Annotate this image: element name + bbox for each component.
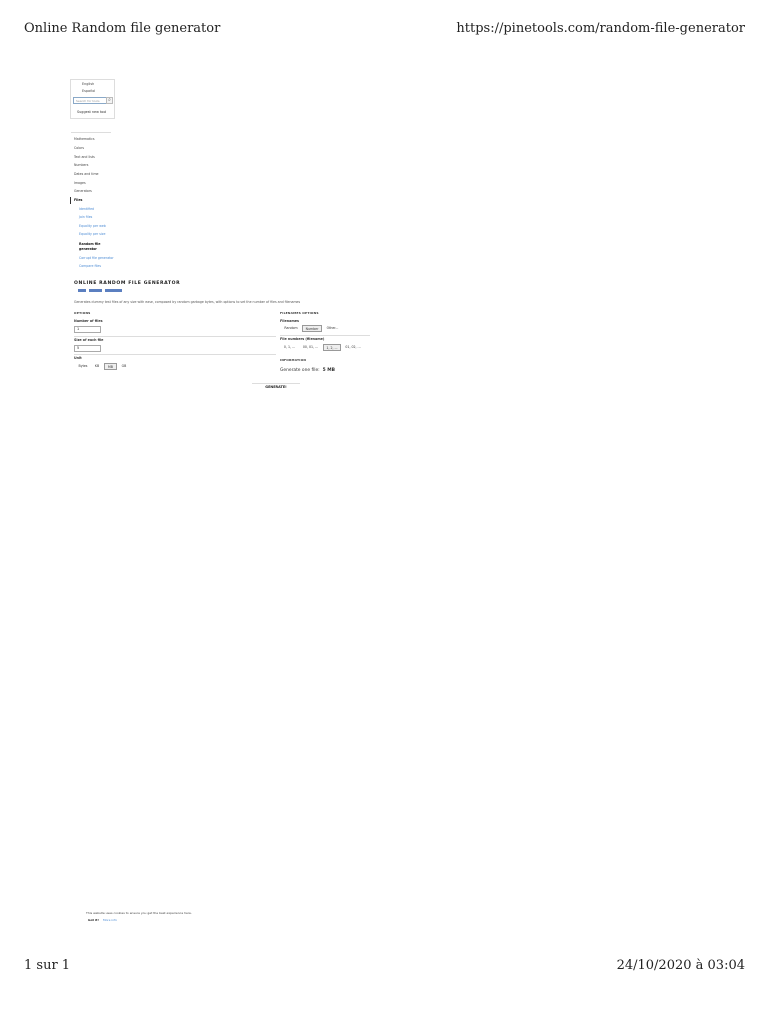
share-link-button[interactable]: [105, 289, 122, 292]
sidebar-subitem-equality-per-web[interactable]: Equality per web: [79, 224, 106, 228]
page-title: ONLINE RANDOM FILE GENERATOR: [74, 281, 181, 286]
unit-gb-option[interactable]: GB: [118, 363, 130, 370]
number-of-files-input[interactable]: 1: [74, 326, 101, 333]
unit-mb-option[interactable]: MB: [104, 363, 117, 370]
suggest-tool-link[interactable]: Suggest new tool: [77, 110, 106, 114]
unit-label: Unit: [74, 356, 82, 360]
language-english[interactable]: English: [82, 82, 94, 86]
sidebar-subitem-identified[interactable]: Identified: [79, 207, 94, 211]
print-footer-page: 1 sur 1: [24, 958, 71, 973]
number-of-files-label: Number of files: [74, 319, 103, 323]
options-divider: [74, 336, 276, 337]
generate-button[interactable]: GENERATE!: [252, 383, 300, 391]
format-00-01-option[interactable]: 00, 01, ...: [300, 344, 321, 351]
sidebar-item-text-and-lists[interactable]: Text and lists: [74, 155, 95, 159]
sidebar-item-files[interactable]: Files: [74, 198, 82, 202]
print-header-url: https://pinetools.com/random-file-genera…: [456, 21, 745, 36]
search-input[interactable]: Search for tools: [73, 97, 107, 104]
filenames-divider: [280, 335, 370, 336]
filenames-options-heading: FILENAMES OPTIONS: [280, 311, 319, 315]
search-button[interactable]: ⌕: [106, 97, 113, 104]
sidebar-subitem-join-files[interactable]: Join files: [79, 215, 92, 219]
information-size: 5 MB: [322, 368, 335, 373]
sidebar-subitem-corrupt-file-generator[interactable]: Corrupt file generator: [79, 256, 114, 260]
tool-description: Generates dummy test files of any size w…: [74, 300, 301, 304]
share-facebook-button[interactable]: [78, 289, 86, 292]
format-01-02-option[interactable]: 01, 02, ...: [342, 344, 364, 351]
information-heading: INFORMATION: [280, 358, 307, 362]
sidebar-item-mathematics[interactable]: Mathematics: [74, 137, 95, 141]
sidebar-item-numbers[interactable]: Numbers: [74, 163, 88, 167]
format-1-2-option[interactable]: 1, 2, ...: [323, 344, 341, 351]
filename-random-option[interactable]: Random: [281, 325, 301, 332]
language-espanol[interactable]: Español: [82, 89, 95, 93]
filenames-label: Filenames: [280, 319, 299, 323]
print-footer-datetime: 24/10/2020 à 03:04: [616, 958, 745, 973]
sidebar-item-generators[interactable]: Generators: [74, 189, 92, 193]
print-header-title: Online Random file generator: [24, 21, 221, 36]
unit-kb-option[interactable]: KB: [91, 363, 103, 370]
share-twitter-button[interactable]: [89, 289, 102, 292]
sidebar-divider: [71, 132, 111, 133]
file-numbers-label: File numbers (filename): [280, 337, 325, 341]
sidebar-subitem-random-file-generator[interactable]: Random file generator: [79, 242, 101, 251]
information-text: Generate one file: 5 MB: [280, 368, 335, 373]
language-box: English Español Search for tools ⌕ Sugge…: [70, 79, 115, 119]
size-of-each-file-label: Size of each file: [74, 338, 104, 342]
size-of-each-file-input[interactable]: 5: [74, 345, 101, 352]
magnifier-icon: ⌕: [108, 97, 111, 103]
cookie-more-info-link[interactable]: More info: [103, 918, 117, 922]
filename-other-option[interactable]: Other...: [323, 325, 342, 332]
information-label: Generate one file:: [280, 368, 320, 373]
cookie-got-it-button[interactable]: Got it!: [88, 918, 99, 922]
sidebar-item-colors[interactable]: Colors: [74, 146, 84, 150]
format-0-1-option[interactable]: 0, 1, ...: [281, 344, 298, 351]
options-heading: OPTIONS: [74, 311, 91, 315]
sidebar-item-dates-and-time[interactable]: Dates and time: [74, 172, 99, 176]
sidebar-item-images[interactable]: Images: [74, 181, 86, 185]
sidebar-subitem-equality-per-size[interactable]: Equality per size: [79, 232, 105, 236]
cookie-notice-text: This website uses cookies to ensure you …: [86, 911, 192, 915]
sidebar-subitem-compare-files[interactable]: Compare files: [79, 264, 101, 268]
filename-number-option[interactable]: Number: [302, 325, 322, 332]
options-divider: [74, 354, 276, 355]
sidebar-active-indicator: [70, 197, 71, 204]
unit-bytes-option[interactable]: Bytes: [76, 363, 90, 370]
